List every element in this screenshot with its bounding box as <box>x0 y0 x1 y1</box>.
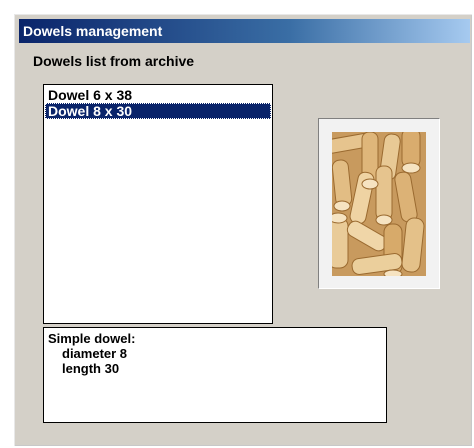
dowels-list-label: Dowels list from archive <box>33 53 195 69</box>
list-item-selected[interactable]: Dowel 8 x 30 <box>45 103 271 119</box>
wooden-dowels-photo-icon <box>332 132 426 276</box>
dowel-description-box: Simple dowel: diameter 8 length 30 <box>43 327 387 423</box>
dowels-listbox[interactable]: Dowel 6 x 38 Dowel 8 x 30 <box>43 84 273 324</box>
dowels-management-window: Dowels management Dowels list from archi… <box>14 14 472 446</box>
list-item[interactable]: Dowel 6 x 38 <box>45 87 271 103</box>
description-heading: Simple dowel: <box>48 331 136 346</box>
description-diameter: diameter 8 <box>62 346 128 361</box>
description-length: length 30 <box>62 361 120 376</box>
window-title: Dowels management <box>19 19 470 43</box>
dowel-preview-frame <box>318 118 440 289</box>
